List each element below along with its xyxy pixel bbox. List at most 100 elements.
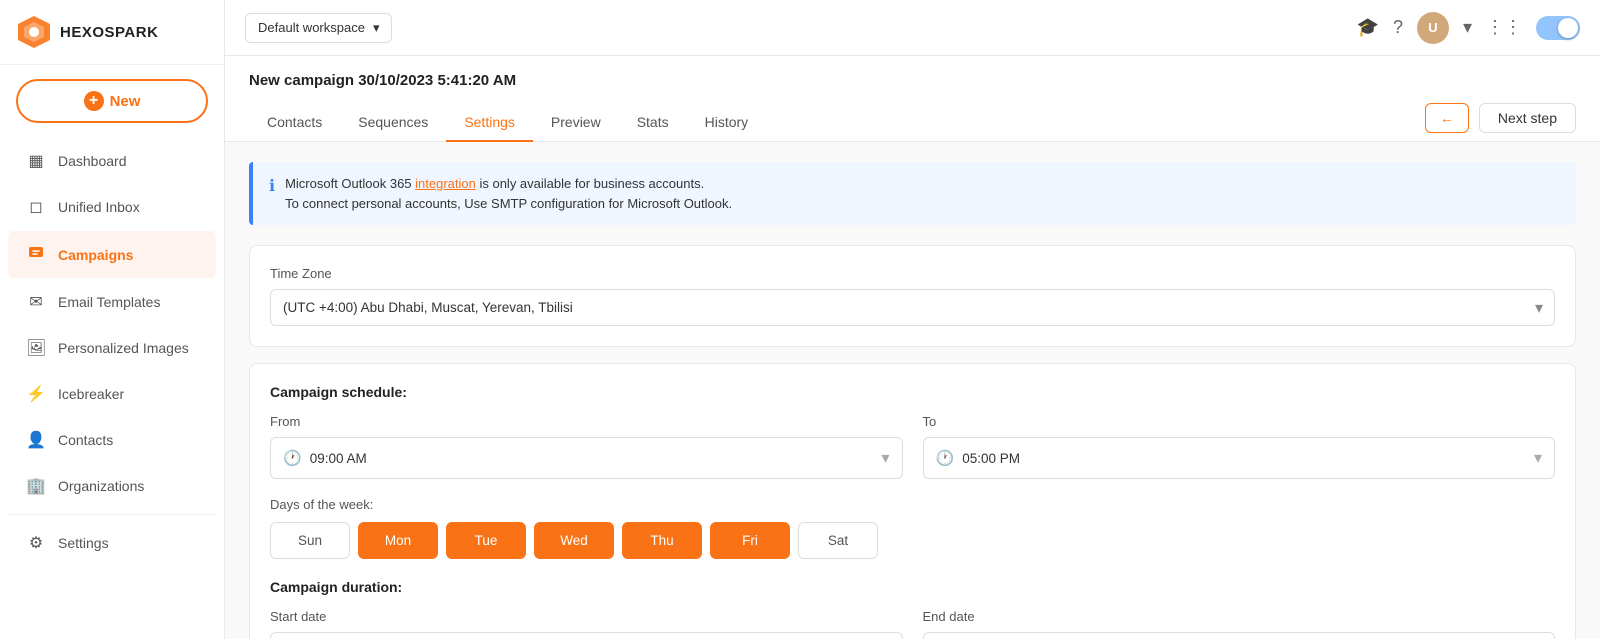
day-fri[interactable]: Fri — [710, 522, 790, 559]
workspace-selector[interactable]: Default workspace ▾ — [245, 13, 392, 43]
sidebar-nav: ▦ Dashboard ◻ Unified Inbox Campaigns ✉ … — [0, 137, 224, 639]
sidebar-item-label: Icebreaker — [58, 386, 124, 402]
tab-stats[interactable]: Stats — [619, 104, 687, 142]
next-step-button[interactable]: Next step — [1479, 103, 1576, 133]
sidebar-item-label: Dashboard — [58, 153, 127, 169]
avatar-chevron-icon[interactable]: ▾ — [1463, 17, 1472, 38]
dashboard-icon: ▦ — [26, 151, 46, 171]
tab-preview[interactable]: Preview — [533, 104, 619, 142]
email-templates-icon: ✉ — [26, 292, 46, 312]
sidebar-item-campaigns[interactable]: Campaigns — [8, 231, 216, 278]
timezone-section: Time Zone (UTC +4:00) Abu Dhabi, Muscat,… — [249, 245, 1576, 347]
sidebar-item-dashboard[interactable]: ▦ Dashboard — [8, 139, 216, 183]
clock-to-icon: 🕐 — [936, 449, 955, 467]
tab-contacts[interactable]: Contacts — [249, 104, 340, 142]
avatar[interactable]: U — [1417, 12, 1449, 44]
day-sat[interactable]: Sat — [798, 522, 878, 559]
schedule-section: Campaign schedule: From 🕐 09:00 AM ▾ To — [249, 363, 1576, 639]
sidebar-item-contacts[interactable]: 👤 Contacts — [8, 418, 216, 462]
main-area: Default workspace ▾ 🎓 ? U ▾ ⋮⋮ New campa… — [225, 0, 1600, 639]
new-button-plus-icon: + — [84, 91, 104, 111]
workspace-label: Default workspace — [258, 20, 365, 35]
sidebar-item-unified-inbox[interactable]: ◻ Unified Inbox — [8, 185, 216, 229]
topbar: Default workspace ▾ 🎓 ? U ▾ ⋮⋮ — [225, 0, 1600, 56]
timezone-wrapper: (UTC +4:00) Abu Dhabi, Muscat, Yerevan, … — [270, 289, 1555, 326]
sidebar-item-organizations[interactable]: 🏢 Organizations — [8, 464, 216, 508]
contacts-icon: 👤 — [26, 430, 46, 450]
toggle-knob — [1558, 18, 1578, 38]
campaign-header: New campaign 30/10/2023 5:41:20 AM Conta… — [225, 56, 1600, 142]
sidebar-item-label: Settings — [58, 535, 109, 551]
start-date-field: Start date 📅 30/10/2023 — [270, 609, 903, 639]
info-banner-text: Microsoft Outlook 365 integration is onl… — [285, 174, 732, 213]
days-label: Days of the week: — [270, 497, 1555, 512]
theme-toggle[interactable] — [1536, 16, 1580, 40]
sidebar-item-email-templates[interactable]: ✉ Email Templates — [8, 280, 216, 324]
day-mon[interactable]: Mon — [358, 522, 438, 559]
info-line2: To connect personal accounts, Use SMTP c… — [285, 196, 732, 211]
logo-text: HEXOSPARK — [60, 24, 158, 41]
end-date-input[interactable]: 📅 DD/MM/YYYY — [923, 632, 1556, 639]
inbox-icon: ◻ — [26, 197, 46, 217]
info-integration-link[interactable]: integration — [415, 176, 476, 191]
hexospark-logo-icon — [16, 14, 52, 50]
date-row: Start date 📅 30/10/2023 End date 📅 DD/MM… — [270, 609, 1555, 639]
to-time-field: To 🕐 05:00 PM ▾ — [923, 414, 1556, 479]
sidebar-item-label: Organizations — [58, 478, 144, 494]
schedule-label: Campaign schedule: — [270, 384, 1555, 400]
tab-sequences[interactable]: Sequences — [340, 104, 446, 142]
avatar-initials: U — [1428, 20, 1437, 35]
start-date-label: Start date — [270, 609, 903, 624]
clock-from-icon: 🕐 — [283, 449, 302, 467]
from-time-field: From 🕐 09:00 AM ▾ — [270, 414, 903, 479]
day-wed[interactable]: Wed — [534, 522, 614, 559]
day-thu[interactable]: Thu — [622, 522, 702, 559]
timezone-select[interactable]: (UTC +4:00) Abu Dhabi, Muscat, Yerevan, … — [270, 289, 1555, 326]
sidebar-item-settings[interactable]: ⚙ Settings — [8, 521, 216, 565]
to-label: To — [923, 414, 1556, 429]
time-row: From 🕐 09:00 AM ▾ To 🕐 05:00 PM ▾ — [270, 414, 1555, 479]
new-button[interactable]: + New — [16, 79, 208, 123]
tab-settings[interactable]: Settings — [446, 104, 533, 142]
graduation-icon[interactable]: 🎓 — [1357, 17, 1379, 38]
sidebar-item-label: Campaigns — [58, 247, 133, 263]
tab-actions: ← Next step — [1425, 103, 1576, 141]
from-label: From — [270, 414, 903, 429]
apps-grid-icon[interactable]: ⋮⋮ — [1486, 17, 1522, 38]
sidebar-item-personalized-images[interactable]: 🖼 Personalized Images — [8, 326, 216, 370]
content-area: New campaign 30/10/2023 5:41:20 AM Conta… — [225, 56, 1600, 639]
personalized-images-icon: 🖼 — [26, 338, 46, 358]
info-line1-suffix: is only available for business accounts. — [476, 176, 704, 191]
to-time-value: 05:00 PM — [962, 451, 1526, 466]
campaigns-icon — [26, 243, 46, 266]
timezone-label: Time Zone — [270, 266, 1555, 281]
sidebar-divider — [8, 514, 216, 515]
workspace-chevron-icon: ▾ — [373, 20, 380, 36]
info-banner: ℹ Microsoft Outlook 365 integration is o… — [249, 162, 1576, 225]
back-button[interactable]: ← — [1425, 103, 1469, 133]
from-time-input[interactable]: 🕐 09:00 AM ▾ — [270, 437, 903, 479]
days-row: Sun Mon Tue Wed Thu Fri Sat — [270, 522, 1555, 559]
from-time-value: 09:00 AM — [310, 451, 874, 466]
start-date-input[interactable]: 📅 30/10/2023 — [270, 632, 903, 639]
topbar-right: 🎓 ? U ▾ ⋮⋮ — [1357, 12, 1580, 44]
sidebar-item-icebreaker[interactable]: ⚡ Icebreaker — [8, 372, 216, 416]
help-icon[interactable]: ? — [1393, 17, 1403, 38]
sidebar-item-label: Contacts — [58, 432, 113, 448]
sidebar-item-label: Unified Inbox — [58, 199, 140, 215]
sidebar: HEXOSPARK + New ▦ Dashboard ◻ Unified In… — [0, 0, 225, 639]
logo-area: HEXOSPARK — [0, 0, 224, 65]
to-time-input[interactable]: 🕐 05:00 PM ▾ — [923, 437, 1556, 479]
day-sun[interactable]: Sun — [270, 522, 350, 559]
settings-icon: ⚙ — [26, 533, 46, 553]
info-line1-prefix: Microsoft Outlook 365 — [285, 176, 415, 191]
new-button-label: New — [110, 93, 141, 110]
tab-history[interactable]: History — [687, 104, 767, 142]
campaign-title: New campaign 30/10/2023 5:41:20 AM — [249, 72, 1576, 89]
sidebar-item-label: Email Templates — [58, 294, 160, 310]
campaign-tabs: Contacts Sequences Settings Preview Stat… — [249, 104, 766, 141]
sidebar-item-label: Personalized Images — [58, 340, 189, 356]
day-tue[interactable]: Tue — [446, 522, 526, 559]
info-icon: ℹ — [269, 175, 275, 199]
end-date-field: End date 📅 DD/MM/YYYY — [923, 609, 1556, 639]
